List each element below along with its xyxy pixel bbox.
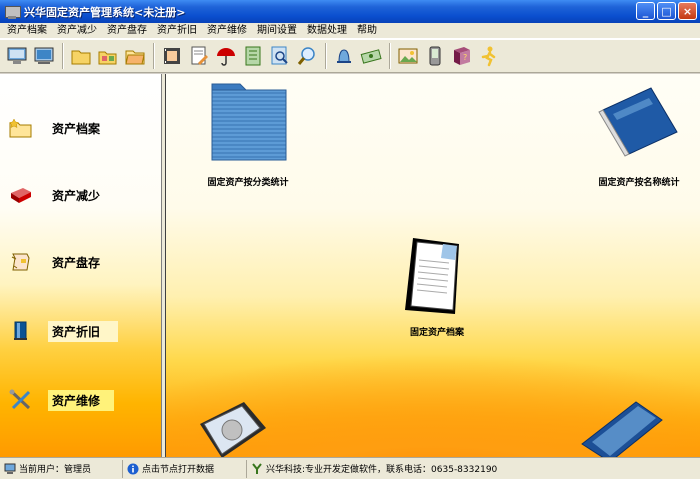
folder-icon[interactable] (68, 42, 94, 70)
status-hint: 点击节点打开数据 (123, 459, 247, 478)
blue-folder-icon (211, 83, 287, 161)
status-user-text: 当前用户：管理员 (19, 465, 92, 475)
tools-icon (8, 388, 34, 412)
menu-asset-depreciation[interactable]: 资产折旧 (152, 23, 202, 38)
nav-item-asset-reduce[interactable]: 资产减少 (8, 183, 104, 207)
menu-asset-inventory[interactable]: 资产盘存 (102, 23, 152, 38)
nav-item-asset-depreciation[interactable]: 资产折旧 (8, 319, 119, 343)
pda-icon[interactable] (422, 42, 448, 70)
main-workspace: 固定资产按分类统计 固定资产按名称统计 固定资产档案 (166, 74, 700, 457)
notebook-icon[interactable] (240, 42, 266, 70)
window-title: 兴华固定资产管理系统<未注册> (24, 5, 186, 19)
monitor-icon[interactable] (31, 42, 57, 70)
toolbar: ? (0, 39, 700, 73)
menu-asset-repair[interactable]: 资产维修 (202, 23, 252, 38)
toolbar-separator (153, 43, 155, 69)
svg-text:?: ? (463, 53, 467, 62)
menu-help[interactable]: 帮助 (352, 23, 382, 38)
nav-item-asset-archive[interactable]: 资产档案 (8, 116, 104, 140)
disk-folder-icon[interactable] (192, 394, 272, 457)
blue-binder-icon (598, 87, 678, 157)
toolbar-separator (325, 43, 327, 69)
nav-label: 资产维修 (48, 389, 115, 411)
blue-book-icon (8, 319, 34, 343)
menu-asset-archive[interactable]: 资产档案 (2, 23, 52, 38)
status-company: 兴华科技:专业开发定做软件，联系电话：0635-8332190 (247, 460, 700, 478)
folder-star-icon (8, 116, 34, 140)
magnifier-icon[interactable] (294, 42, 320, 70)
left-nav-panel: 资产档案 资产减少 资产盘存 资产折旧 资产维修 (0, 74, 161, 457)
nav-label: 资产档案 (52, 121, 101, 136)
company-logo-icon (250, 462, 263, 475)
scroll-icon (8, 250, 34, 274)
umbrella-icon[interactable] (213, 42, 239, 70)
help-book-icon[interactable]: ? (449, 42, 475, 70)
main-item-name-stats[interactable]: 固定资产按名称统计 (584, 84, 694, 188)
main-item-label: 固定资产按名称统计 (598, 178, 680, 188)
nav-label: 资产盘存 (52, 255, 101, 270)
status-bar: 当前用户：管理员 点击节点打开数据 兴华科技:专业开发定做软件，联系电话：063… (0, 457, 700, 479)
toolbar-separator (389, 43, 391, 69)
maximize-button[interactable]: □ (657, 2, 676, 20)
film-icon[interactable] (159, 42, 185, 70)
menu-data-processing[interactable]: 数据处理 (302, 23, 352, 38)
info-icon (126, 462, 139, 475)
nav-label: 资产减少 (52, 188, 101, 203)
main-item-category-stats[interactable]: 固定资产按分类统计 (186, 78, 310, 188)
app-computer-icon (4, 4, 21, 20)
toolbar-separator (62, 43, 64, 69)
user-computer-icon (3, 462, 16, 475)
status-company-text: 兴华科技:专业开发定做软件，联系电话：0635-8332190 (266, 465, 498, 475)
picture-icon[interactable] (395, 42, 421, 70)
folder-open-icon[interactable] (122, 42, 148, 70)
nav-label: 资产折旧 (48, 320, 119, 342)
main-item-asset-archive[interactable]: 固定资产档案 (382, 230, 492, 338)
nav-item-asset-repair[interactable]: 资产维修 (8, 388, 115, 412)
main-item-label: 固定资产档案 (409, 328, 464, 338)
exit-runner-icon[interactable] (476, 42, 502, 70)
minimize-button[interactable]: _ (636, 2, 655, 20)
status-user: 当前用户：管理员 (0, 459, 123, 478)
edit-document-icon[interactable] (186, 42, 212, 70)
document-icon (405, 238, 459, 314)
main-item-label: 固定资产按分类统计 (207, 178, 289, 188)
folder-exchange-icon[interactable] (95, 42, 121, 70)
close-button[interactable]: × (678, 2, 697, 20)
money-icon[interactable] (358, 42, 384, 70)
bell-icon[interactable] (331, 42, 357, 70)
blue-book-large-icon[interactable] (576, 396, 666, 457)
menu-period-settings[interactable]: 期间设置 (252, 23, 302, 38)
menu-asset-reduce[interactable]: 资产减少 (52, 23, 102, 38)
computer-icon[interactable] (4, 42, 30, 70)
menu-bar: 资产档案 资产减少 资产盘存 资产折旧 资产维修 期间设置 数据处理 帮助 (0, 23, 700, 39)
window-controls: _ □ × (636, 2, 697, 20)
book-red-icon (8, 183, 34, 207)
nav-item-asset-inventory[interactable]: 资产盘存 (8, 250, 104, 274)
title-bar: 兴华固定资产管理系统<未注册> _ □ × (0, 0, 700, 23)
search-document-icon[interactable] (267, 42, 293, 70)
status-hint-text: 点击节点打开数据 (142, 465, 215, 475)
